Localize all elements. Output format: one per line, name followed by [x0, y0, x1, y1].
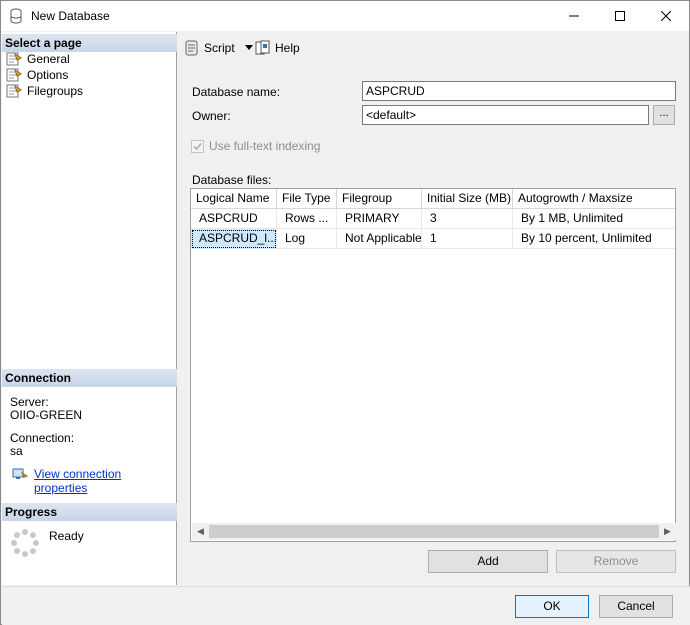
- help-button[interactable]: Help: [255, 40, 300, 56]
- progress-header: Progress: [2, 503, 177, 521]
- cell-logical-name[interactable]: ASPCRUD: [191, 209, 277, 229]
- connection-header: Connection: [2, 369, 177, 387]
- left-pane: Select a page General Options Filegroups…: [2, 32, 177, 585]
- scroll-left-icon[interactable]: ◀: [192, 523, 209, 540]
- cell-autogrowth[interactable]: By 10 percent, Unlimited: [513, 229, 675, 249]
- title-bar: New Database: [1, 1, 689, 31]
- database-files-grid[interactable]: Logical Name File Type Filegroup Initial…: [190, 188, 676, 542]
- close-icon: [661, 11, 671, 21]
- toolbar: Script Help: [178, 32, 689, 64]
- connection-properties-icon: [12, 468, 28, 479]
- progress-spinner-icon: [11, 529, 39, 557]
- column-header-logical-name[interactable]: Logical Name: [191, 189, 277, 209]
- fulltext-checkbox[interactable]: [191, 140, 204, 153]
- table-row[interactable]: ASPCRUD Rows ... PRIMARY 3 By 1 MB, Unli…: [191, 209, 675, 229]
- database-name-input[interactable]: ASPCRUD: [362, 81, 676, 101]
- server-value: OIIO-GREEN: [10, 408, 83, 422]
- maximize-button[interactable]: [597, 1, 643, 31]
- column-header-initial-size[interactable]: Initial Size (MB): [422, 189, 513, 209]
- page-item-filegroups[interactable]: Filegroups: [6, 83, 83, 99]
- grid-header: Logical Name File Type Filegroup Initial…: [191, 189, 675, 209]
- remove-button[interactable]: Remove: [556, 550, 676, 573]
- scrollbar-thumb[interactable]: [209, 525, 659, 538]
- connection-label: Connection:: [10, 431, 75, 445]
- page-item-label: Filegroups: [27, 84, 84, 98]
- owner-browse-button[interactable]: ...: [653, 105, 675, 125]
- help-icon: [255, 40, 270, 55]
- table-row[interactable]: ASPCRUD_l... Log Not Applicable 1 By 10 …: [191, 229, 675, 249]
- minimize-button[interactable]: [551, 1, 597, 31]
- maximize-icon: [615, 11, 625, 21]
- cell-file-type[interactable]: Log: [277, 229, 337, 249]
- cell-file-type[interactable]: Rows ...: [277, 209, 337, 229]
- page-item-label: General: [27, 52, 70, 66]
- add-button[interactable]: Add: [428, 550, 548, 573]
- help-label: Help: [275, 41, 300, 55]
- cell-filegroup[interactable]: Not Applicable: [337, 229, 422, 249]
- script-label: Script: [204, 41, 235, 55]
- view-connection-properties-link[interactable]: View connection properties: [34, 467, 176, 495]
- window-title: New Database: [31, 9, 110, 23]
- column-header-filegroup[interactable]: Filegroup: [337, 189, 422, 209]
- cell-logical-name[interactable]: ASPCRUD_l...: [191, 229, 277, 249]
- page-icon: [6, 52, 22, 66]
- ok-button[interactable]: OK: [515, 595, 589, 618]
- cell-initial-size[interactable]: 3: [422, 209, 513, 229]
- column-header-autogrowth[interactable]: Autogrowth / Maxsize: [513, 189, 675, 209]
- script-button[interactable]: Script: [184, 40, 261, 56]
- database-files-label: Database files:: [192, 173, 272, 187]
- script-icon: [185, 40, 198, 56]
- cancel-button[interactable]: Cancel: [599, 595, 673, 618]
- horizontal-scrollbar[interactable]: ◀ ▶: [192, 523, 676, 540]
- fulltext-label: Use full-text indexing: [209, 139, 321, 153]
- owner-label: Owner:: [192, 109, 231, 123]
- database-name-label: Database name:: [192, 85, 281, 99]
- column-header-file-type[interactable]: File Type: [277, 189, 337, 209]
- select-page-header: Select a page: [2, 34, 177, 52]
- page-icon: [6, 84, 22, 98]
- server-label: Server:: [10, 395, 49, 409]
- connection-value: sa: [10, 444, 23, 458]
- progress-status: Ready: [49, 529, 84, 543]
- owner-input[interactable]: <default>: [362, 105, 649, 125]
- page-item-label: Options: [27, 68, 69, 82]
- database-icon: [10, 8, 22, 24]
- cell-autogrowth[interactable]: By 1 MB, Unlimited: [513, 209, 675, 229]
- check-icon: [193, 143, 202, 151]
- page-item-general[interactable]: General: [6, 51, 70, 67]
- cell-initial-size[interactable]: 1: [422, 229, 513, 249]
- page-item-options[interactable]: Options: [6, 67, 68, 83]
- new-database-dialog: New Database Select a page General Optio…: [0, 0, 690, 625]
- page-icon: [6, 68, 22, 82]
- close-button[interactable]: [643, 1, 689, 31]
- minimize-icon: [569, 15, 579, 17]
- cell-filegroup[interactable]: PRIMARY: [337, 209, 422, 229]
- scroll-right-icon[interactable]: ▶: [659, 523, 676, 540]
